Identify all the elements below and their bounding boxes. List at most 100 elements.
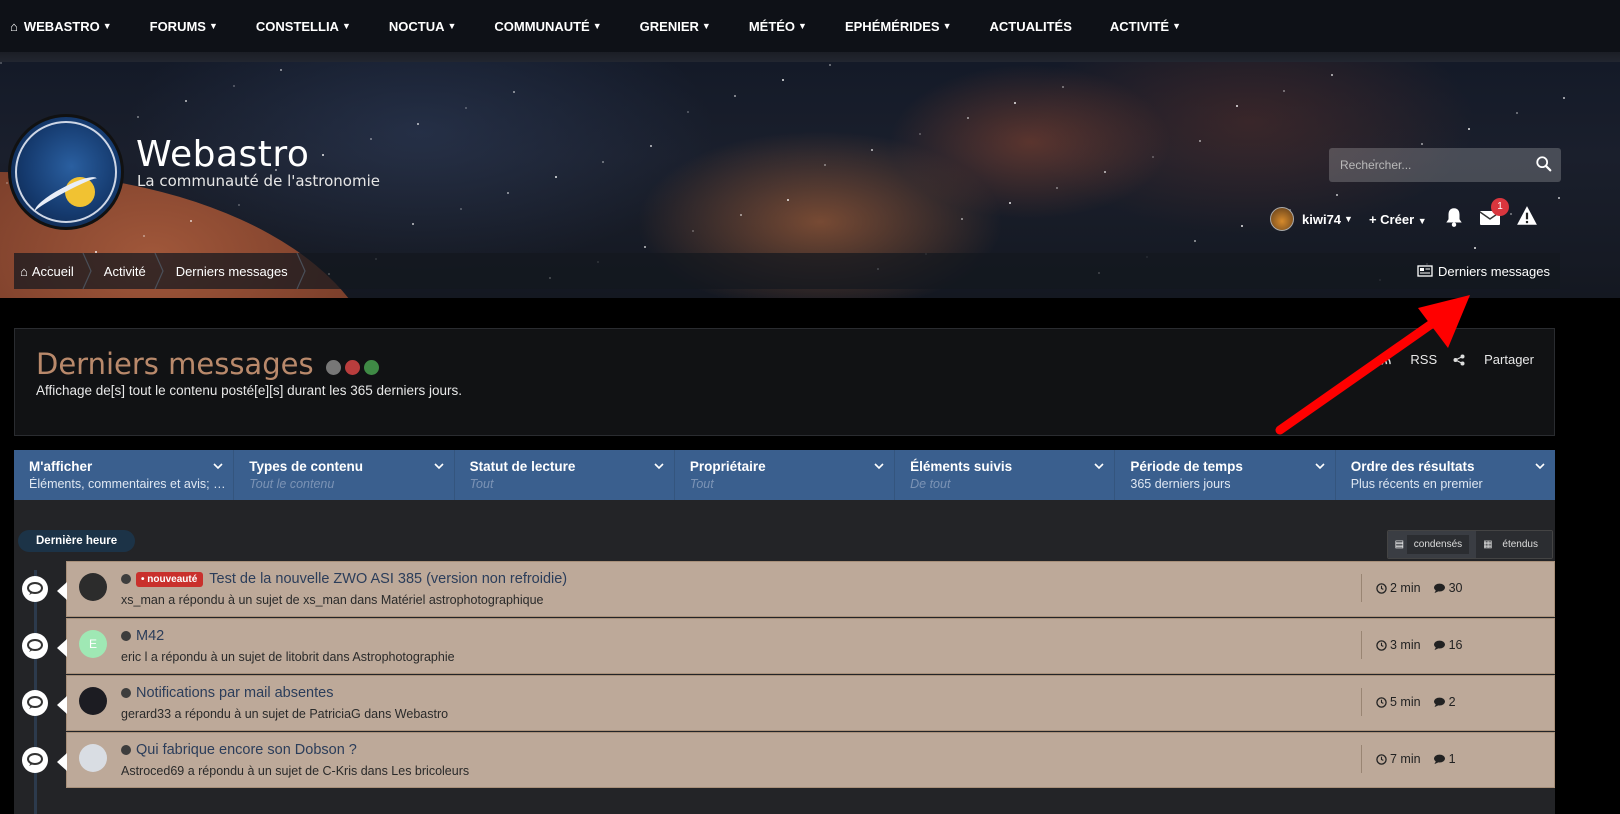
filter-dropdown[interactable]: Statut de lecture Tout [455, 450, 675, 500]
home-icon: ⌂ [20, 263, 28, 279]
star-dot [280, 68, 283, 71]
star-dot [232, 84, 235, 87]
author-avatar[interactable]: E [79, 630, 107, 658]
star-dot [781, 79, 784, 82]
stream-item[interactable]: E M42 eric l a répondu à un sujet de litob… [22, 618, 1555, 674]
newspaper-icon [1417, 265, 1433, 277]
title-status-icons [322, 354, 379, 375]
filter-dropdown[interactable]: Propriétaire Tout [675, 450, 896, 500]
item-title-link[interactable]: Notifications par mail absentes [136, 685, 333, 701]
nav-item[interactable]: FORUMS ▼ [150, 19, 218, 34]
clock-icon [1376, 696, 1387, 708]
unread-dot-icon[interactable] [121, 688, 131, 698]
nav-item[interactable]: ACTIVITÉ ▼ [1110, 19, 1181, 34]
unread-dot-icon[interactable] [121, 574, 131, 584]
warning-icon[interactable] [1516, 205, 1538, 227]
home-icon: ⌂ [10, 18, 18, 34]
bell-icon[interactable] [1443, 206, 1465, 228]
star-dot [1420, 143, 1423, 146]
star-dot [734, 94, 737, 97]
site-title[interactable]: Webastro [136, 134, 309, 175]
nav-item[interactable]: COMMUNAUTÉ ▼ [494, 19, 601, 34]
top-navigation: ⌂ WEBASTRO ▼ FORUMS ▼ CONSTELLIA ▼ NOCTUA ▼ COMMU… [0, 0, 1620, 52]
stream-item[interactable]: Notifications par mail absentes gerard33 … [22, 675, 1555, 731]
star-dot [1468, 127, 1471, 130]
filter-dropdown[interactable]: M'afficher Éléments, commentaires et avis… [14, 450, 235, 500]
nav-item[interactable]: MÉTÉO ▼ [749, 19, 807, 34]
search-box[interactable] [1329, 148, 1561, 182]
breadcrumb-separator [296, 253, 306, 289]
check-icon[interactable] [363, 359, 379, 375]
item-meta: 7 min 1 [1361, 745, 1468, 773]
filter-value: Plus récents en premier [1350, 477, 1483, 491]
nav-item[interactable]: EPHÉMÉRIDES ▼ [845, 19, 952, 34]
author-avatar[interactable] [79, 573, 107, 601]
site-logo[interactable] [8, 114, 124, 230]
unread-dot-icon[interactable] [121, 745, 131, 755]
filter-dropdown[interactable]: Types de contenu Tout le contenu [234, 450, 455, 500]
star-dot [1103, 171, 1106, 174]
nav-item[interactable]: NOCTUA ▼ [389, 19, 457, 34]
row-pointer [57, 753, 67, 771]
filter-dropdown[interactable]: Éléments suivis De tout [895, 450, 1116, 500]
comment-icon [1433, 697, 1445, 707]
username-link[interactable]: kiwi74 [1302, 212, 1341, 227]
chevron-down-icon: ▼ [798, 21, 807, 31]
chevron-down-icon [1315, 463, 1325, 470]
item-title-link[interactable]: Qui fabrique encore son Dobson ? [136, 742, 357, 758]
star-dot [417, 122, 420, 125]
comment-icon [1433, 640, 1445, 650]
filter-label: Propriétaire [689, 459, 766, 474]
breadcrumb-right-link[interactable]: Derniers messages [1417, 253, 1550, 289]
chevron-down-icon: ▼ [942, 21, 952, 31]
filter-value: Tout le contenu [249, 477, 335, 491]
search-input[interactable] [1340, 158, 1520, 172]
author-avatar[interactable] [79, 744, 107, 772]
stream-item[interactable]: • nouveauté Test de la nouvelle ZWO ASI 3… [22, 561, 1555, 617]
breadcrumb-item[interactable]: ⌂ Accueil [14, 253, 92, 289]
nav-item-label: MÉTÉO [748, 18, 796, 34]
filter-value: Tout [689, 477, 714, 491]
breadcrumb-item[interactable]: Activité [88, 253, 164, 289]
star-dot [871, 148, 874, 151]
chevron-down-icon: ▼ [701, 21, 711, 31]
chevron-down-icon: ▼ [102, 21, 112, 31]
page-title-row: Derniers messages [36, 347, 379, 381]
chevron-down-icon: ▼ [1417, 215, 1427, 226]
pencil-icon[interactable] [325, 359, 341, 375]
view-condensed-button[interactable]: ▤ condensés [1387, 531, 1477, 558]
breadcrumb-item[interactable]: Derniers messages [160, 253, 306, 289]
star-dot [829, 63, 832, 66]
nav-item-label: COMMUNAUTÉ [494, 18, 590, 34]
filter-label: Types de contenu [249, 459, 364, 474]
page-description: Affichage de[s] tout le contenu posté[e]… [36, 383, 463, 398]
filter-bar: M'afficher Éléments, commentaires et avis… [14, 450, 1555, 500]
create-button[interactable]: + Créer ▼ [1369, 212, 1427, 227]
user-avatar[interactable] [1270, 207, 1294, 231]
unread-dot-icon[interactable] [121, 631, 131, 641]
search-icon[interactable] [1535, 155, 1553, 173]
filter-dropdown[interactable]: Période de temps 365 derniers jours [1115, 450, 1336, 500]
item-time: 2 min [1376, 581, 1421, 595]
item-title-link[interactable]: M42 [136, 628, 164, 644]
nav-item[interactable]: GRENIER ▼ [640, 19, 711, 34]
star-dot [411, 223, 414, 226]
item-subtitle: Astroced69 a répondu à un sujet de C-Kri… [121, 764, 470, 778]
star-dot [1330, 74, 1333, 77]
item-replies: 1 [1433, 752, 1456, 766]
comment-bubble-icon [22, 576, 48, 602]
view-expanded-button[interactable]: ▦ étendus [1476, 531, 1552, 558]
trash-icon[interactable] [344, 359, 360, 375]
nav-item[interactable]: CONSTELLIA ▼ [256, 19, 351, 34]
star-dot [823, 164, 826, 167]
item-title-link[interactable]: Test de la nouvelle ZWO ASI 385 (version… [209, 571, 567, 587]
item-replies-count: 2 [1448, 695, 1456, 709]
filter-dropdown[interactable]: Ordre des résultats Plus récents en premi… [1336, 450, 1555, 500]
star-dot [512, 91, 515, 94]
star-dot [0, 62, 2, 64]
create-label: Créer [1380, 211, 1415, 227]
nav-item[interactable]: ⌂ WEBASTRO ▼ [10, 19, 112, 34]
stream-item[interactable]: Qui fabrique encore son Dobson ? Astroced… [22, 732, 1555, 788]
nav-item[interactable]: ACTUALITÉS [990, 19, 1072, 34]
author-avatar[interactable] [79, 687, 107, 715]
